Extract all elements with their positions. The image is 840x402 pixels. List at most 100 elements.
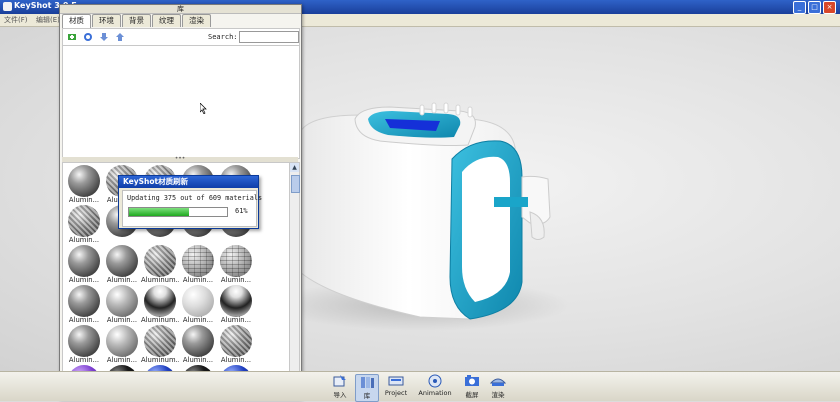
menu-file[interactable]: 文件(F): [4, 15, 28, 25]
library-tabs: 材质 环境 背景 纹理 渲染: [62, 14, 212, 28]
dialog-message: Updating 375 out of 609 materials: [127, 194, 263, 202]
tab-environments[interactable]: 环境: [92, 14, 121, 27]
scroll-up-icon[interactable]: ▲: [290, 163, 299, 172]
add-material-icon[interactable]: [67, 32, 77, 42]
library-panel-title[interactable]: 库: [60, 5, 301, 14]
menu-edit[interactable]: 编辑(E): [36, 15, 60, 25]
material-preview-sphere: [68, 285, 100, 317]
render-icon: [490, 378, 506, 386]
animation-button[interactable]: Animation: [417, 374, 453, 400]
material-preview-sphere: [144, 325, 176, 357]
material-name: Alumin...: [182, 316, 214, 324]
tab-renderings[interactable]: 渲染: [182, 14, 211, 27]
material-thumbnail[interactable]: Alumin...: [65, 165, 103, 205]
library-button[interactable]: 库: [355, 374, 379, 402]
material-name: Aluminum...: [141, 356, 179, 364]
material-thumbnail[interactable]: Aluminum...: [141, 245, 179, 285]
material-name: Alumin...: [68, 356, 100, 364]
animation-label: Animation: [418, 389, 452, 397]
material-name: Alumin...: [220, 276, 252, 284]
download-icon[interactable]: [99, 32, 109, 42]
progress-percent: 61%: [235, 207, 248, 215]
material-preview-sphere: [106, 245, 138, 277]
material-name: Aluminum...: [141, 276, 179, 284]
refresh-icon[interactable]: [83, 32, 93, 42]
minimize-icon[interactable]: _: [793, 1, 806, 14]
material-thumbnail[interactable]: Alumin...: [65, 325, 103, 365]
search-label: Search:: [208, 33, 238, 41]
material-preview-sphere: [68, 325, 100, 357]
material-name: Alumin...: [68, 236, 100, 244]
material-name: Alumin...: [220, 316, 252, 324]
search-input[interactable]: [239, 31, 299, 43]
material-thumbnail[interactable]: Alumin...: [179, 325, 217, 365]
material-preview-sphere: [220, 285, 252, 317]
material-name: Alumin...: [182, 356, 214, 364]
material-preview-sphere: [68, 165, 100, 197]
dialog-body: Updating 375 out of 609 materials 61%: [122, 190, 262, 227]
render-button[interactable]: 渲染: [480, 374, 516, 400]
bottom-toolbar: 导入 库 Project Animation 截屏 渲染: [0, 371, 840, 402]
tab-backgrounds[interactable]: 背景: [122, 14, 151, 27]
material-thumbnail[interactable]: Alumin...: [65, 245, 103, 285]
keyshot-logo-icon: [3, 2, 12, 11]
material-name: Alumin...: [106, 316, 138, 324]
library-icon: [361, 377, 374, 388]
thumbnail-scrollbar[interactable]: ▲ ▼: [289, 162, 300, 386]
mouse-cursor-icon: [200, 103, 207, 114]
material-preview-sphere: [68, 205, 100, 237]
material-name: Alumin...: [68, 276, 100, 284]
material-thumbnail[interactable]: Aluminum...: [141, 285, 179, 325]
material-thumbnail[interactable]: Alumin...: [217, 285, 255, 325]
import-label: 导入: [333, 391, 347, 399]
progress-fill: [129, 208, 189, 216]
material-preview-sphere: [106, 325, 138, 357]
screenshot-icon: [465, 375, 479, 386]
material-name: Alumin...: [220, 356, 252, 364]
material-thumbnail[interactable]: Alumin...: [217, 245, 255, 285]
library-label: 库: [363, 392, 371, 400]
animation-icon: [428, 374, 442, 388]
material-name: Alumin...: [68, 316, 100, 324]
tab-textures[interactable]: 纹理: [152, 14, 181, 27]
material-thumbnail[interactable]: Alumin...: [179, 285, 217, 325]
material-preview-sphere: [182, 285, 214, 317]
maximize-icon[interactable]: □: [808, 1, 821, 14]
window-controls: _ □ ×: [793, 1, 836, 14]
material-preview-sphere: [220, 245, 252, 277]
material-thumbnail[interactable]: Alumin...: [179, 245, 217, 285]
progress-bar: [128, 207, 228, 217]
render-label: 渲染: [491, 391, 505, 399]
material-folder-tree[interactable]: [62, 45, 300, 159]
project-button[interactable]: Project: [378, 374, 414, 400]
material-thumbnail[interactable]: Aluminum...: [141, 325, 179, 365]
material-name: Alumin...: [182, 276, 214, 284]
import-button[interactable]: 导入: [322, 374, 358, 400]
material-preview-sphere: [182, 245, 214, 277]
project-icon: [388, 376, 404, 386]
material-preview-sphere: [68, 245, 100, 277]
material-thumbnail[interactable]: Alumin...: [65, 285, 103, 325]
material-name: Alumin...: [68, 196, 100, 204]
material-preview-sphere: [220, 325, 252, 357]
material-preview-sphere: [144, 245, 176, 277]
material-preview-sphere: [144, 285, 176, 317]
import-icon: [333, 375, 346, 387]
material-thumbnail[interactable]: Alumin...: [65, 205, 103, 245]
library-toolbar: Search:: [62, 28, 300, 46]
material-thumbnail[interactable]: Alumin...: [103, 285, 141, 325]
tab-materials[interactable]: 材质: [62, 14, 91, 28]
dialog-title[interactable]: KeyShot材质刷新: [119, 176, 258, 188]
material-name: Aluminum...: [141, 316, 179, 324]
material-refresh-dialog: KeyShot材质刷新 Updating 375 out of 609 mate…: [118, 175, 262, 229]
upload-icon[interactable]: [115, 32, 125, 42]
material-thumbnail[interactable]: Alumin...: [103, 245, 141, 285]
scrollbar-thumb[interactable]: [291, 175, 300, 193]
material-preview-sphere: [182, 325, 214, 357]
close-icon[interactable]: ×: [823, 1, 836, 14]
material-preview-sphere: [106, 285, 138, 317]
material-name: Alumin...: [106, 276, 138, 284]
material-thumbnail[interactable]: Alumin...: [217, 325, 255, 365]
material-thumbnail[interactable]: Alumin...: [103, 325, 141, 365]
project-label: Project: [384, 389, 408, 397]
